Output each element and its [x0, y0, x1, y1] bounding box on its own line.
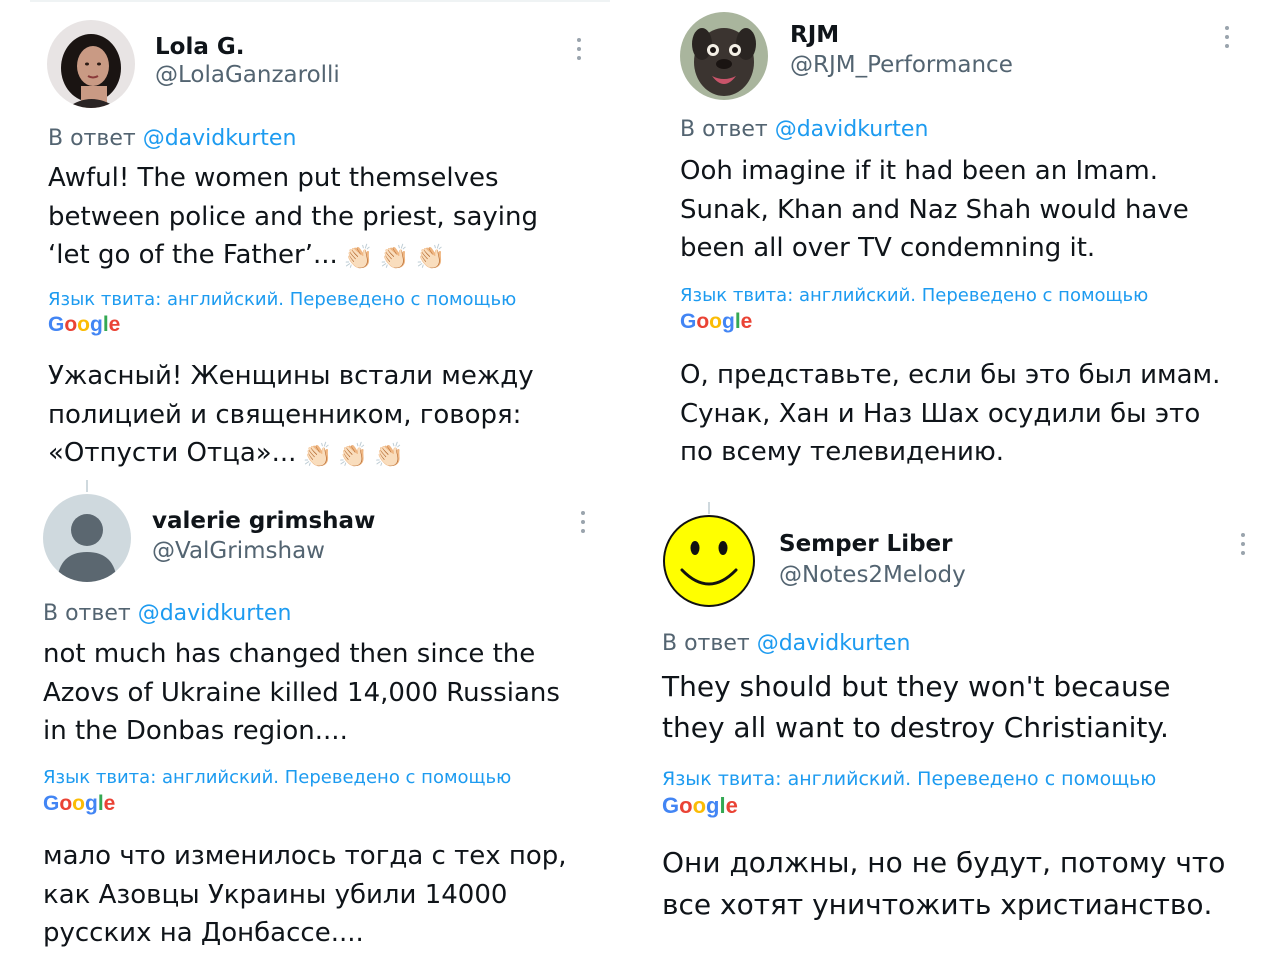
- tweet-text-line: They should but they won't because: [662, 670, 1171, 703]
- reply-context: В ответ @davidkurten: [48, 126, 296, 151]
- tweet-text-line: ‘let go of the Father’... 👏🏻 👏🏻 👏🏻: [48, 236, 538, 277]
- user-handle[interactable]: @ValGrimshaw: [152, 538, 325, 564]
- translated-text-line: Сунак, Хан и Наз Шах осудили бы это: [680, 398, 1201, 429]
- avatar[interactable]: [43, 494, 131, 582]
- tweet-text-line: Sunak, Khan and Naz Shah would have: [680, 194, 1189, 225]
- reply-prefix: В ответ: [662, 631, 750, 656]
- translated-text-line-content: «Отпусти Отца»...: [48, 438, 297, 468]
- smiley-face-icon: [663, 515, 755, 607]
- more-options-icon[interactable]: [577, 38, 583, 60]
- user-handle[interactable]: @LolaGanzarolli: [155, 62, 340, 88]
- tweet-card[interactable]: valerie grimshaw @ValGrimshaw В ответ @d…: [0, 480, 640, 960]
- user-name[interactable]: Semper Liber: [779, 531, 953, 557]
- reply-mention-link[interactable]: @davidkurten: [138, 601, 292, 626]
- default-avatar-icon: [43, 494, 131, 582]
- user-name[interactable]: valerie grimshaw: [152, 508, 375, 534]
- tweet-text-line: in the Donbas region....: [43, 716, 348, 746]
- google-logo: Google: [43, 792, 116, 815]
- clapping-hands-icon: 👏🏻: [379, 243, 410, 271]
- reply-prefix: В ответ: [43, 601, 131, 626]
- clapping-hands-icon: 👏🏻: [374, 441, 405, 469]
- tweet-text: They should but they won't because they …: [662, 666, 1171, 748]
- translated-text-line: все хотят уничтожить христианство.: [662, 888, 1213, 921]
- tweet-text: Ooh imagine if it had been an Imam. Suna…: [680, 152, 1189, 268]
- clapping-hands-icon: 👏🏻: [415, 243, 446, 271]
- translated-text-line: О, представьте, если бы это был имам.: [680, 360, 1221, 390]
- translated-text-line: «Отпусти Отца»... 👏🏻 👏🏻 👏🏻: [48, 434, 534, 475]
- translated-text-line: Ужасный! Женщины встали между: [48, 361, 534, 391]
- tweet-text-line: Ooh imagine if it had been an Imam.: [680, 156, 1159, 186]
- tweet-text-line: not much has changed then since the: [43, 639, 536, 669]
- google-logo: Google: [48, 313, 121, 336]
- avatar[interactable]: [47, 20, 135, 108]
- tweet-card[interactable]: RJM @RJM_Performance В ответ @davidkurte…: [640, 0, 1280, 480]
- translated-text-line: русских на Донбассе....: [43, 918, 364, 948]
- translation-note[interactable]: Язык твита: английский. Переведено с пом…: [662, 768, 1156, 790]
- translated-text: мало что изменилось тогда с тех пор, как…: [43, 837, 567, 953]
- google-logo: Google: [680, 310, 753, 333]
- dog-avatar-icon: [680, 12, 768, 100]
- avatar[interactable]: [680, 12, 768, 100]
- tweet-text-line: they all want to destroy Christianity.: [662, 711, 1169, 744]
- user-handle[interactable]: @Notes2Melody: [779, 562, 966, 588]
- tweet-card[interactable]: Lola G. @LolaGanzarolli В ответ @davidku…: [0, 0, 640, 480]
- tweet-card[interactable]: Semper Liber @Notes2Melody В ответ @davi…: [640, 480, 1280, 960]
- translated-text: Ужасный! Женщины встали между полицией и…: [48, 357, 534, 475]
- more-options-icon[interactable]: [581, 511, 587, 533]
- translation-note[interactable]: Язык твита: английский. Переведено с пом…: [680, 285, 1148, 306]
- translated-text-line: как Азовцы Украины убили 14000: [43, 879, 508, 910]
- translation-note[interactable]: Язык твита: английский. Переведено с пом…: [43, 767, 511, 788]
- avatar-photo-icon: [47, 20, 135, 108]
- clapping-hands-icon: 👏🏻: [302, 441, 333, 469]
- translated-text-line: по всему телевидению.: [680, 437, 1005, 467]
- tweet-text-line: Awful! The women put themselves: [48, 163, 499, 193]
- reply-context: В ответ @davidkurten: [680, 117, 928, 142]
- reply-context: В ответ @davidkurten: [662, 631, 910, 656]
- tweet-text-line: been all over TV condemning it.: [680, 233, 1096, 263]
- tweet-text-line-content: ‘let go of the Father’...: [48, 240, 338, 270]
- reply-mention-link[interactable]: @davidkurten: [775, 117, 929, 142]
- more-options-icon[interactable]: [1241, 533, 1247, 555]
- user-handle[interactable]: @RJM_Performance: [790, 52, 1013, 78]
- reply-prefix: В ответ: [680, 117, 768, 142]
- translation-note[interactable]: Язык твита: английский. Переведено с пом…: [48, 289, 516, 310]
- reply-context: В ответ @davidkurten: [43, 601, 291, 626]
- google-logo: Google: [662, 793, 738, 818]
- translated-text-line: мало что изменилось тогда с тех пор,: [43, 841, 567, 871]
- more-options-icon[interactable]: [1225, 26, 1231, 48]
- clapping-hands-icon: 👏🏻: [338, 441, 369, 469]
- translated-text: О, представьте, если бы это был имам. Су…: [680, 356, 1220, 472]
- clapping-hands-icon: 👏🏻: [343, 243, 374, 271]
- user-name[interactable]: Lola G.: [155, 34, 244, 60]
- avatar[interactable]: [662, 514, 756, 608]
- translated-text-line: полицией и священником, говоря:: [48, 399, 522, 430]
- translated-text: Они должны, но не будут, потому что все …: [662, 842, 1225, 926]
- user-name[interactable]: RJM: [790, 22, 839, 48]
- translated-text-line: Они должны, но не будут, потому что: [662, 846, 1226, 879]
- tweet-text: not much has changed then since the Azov…: [43, 635, 560, 751]
- reply-mention-link[interactable]: @davidkurten: [143, 126, 297, 151]
- reply-prefix: В ответ: [48, 126, 136, 151]
- reply-mention-link[interactable]: @davidkurten: [757, 631, 911, 656]
- tweet-text-line: Azovs of Ukraine killed 14,000 Russians: [43, 677, 560, 708]
- tweet-text-line: between police and the priest, saying: [48, 201, 538, 232]
- tweet-text: Awful! The women put themselves between …: [48, 159, 538, 277]
